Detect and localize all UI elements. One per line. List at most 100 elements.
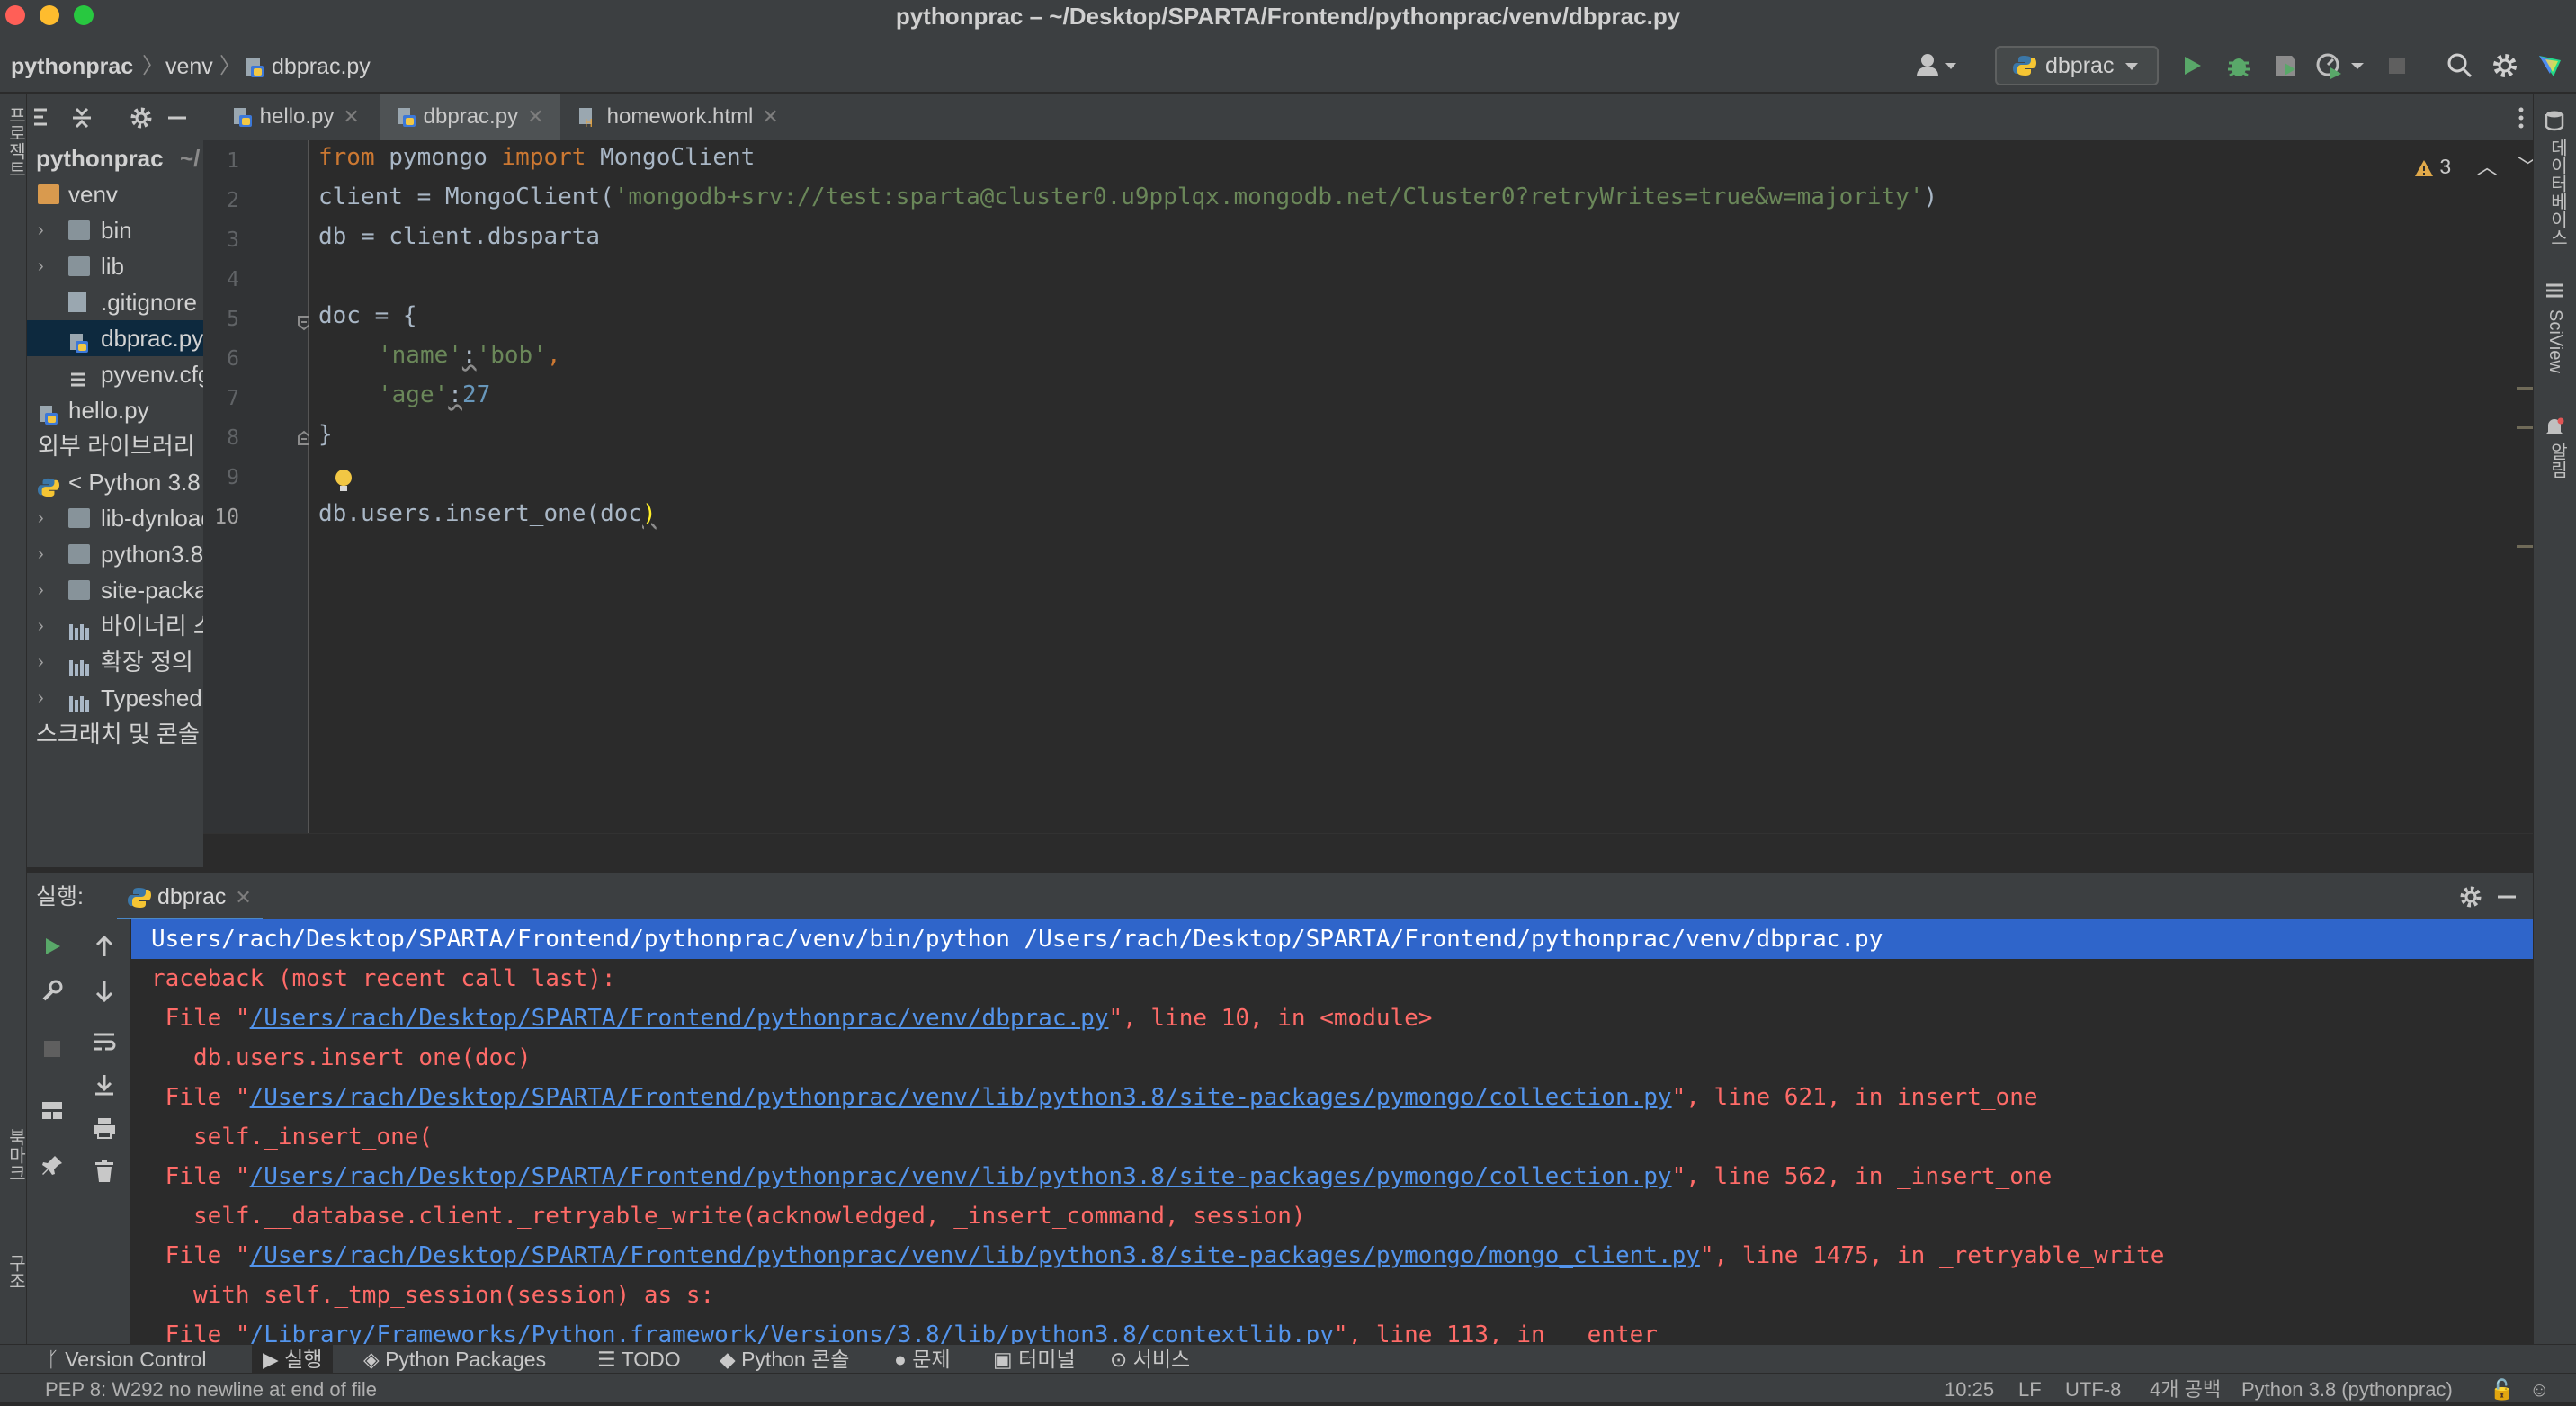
console-code-line: self.__database.client._retryable_write(… xyxy=(151,1203,1306,1230)
sciview-tool-button[interactable]: SciView xyxy=(2545,309,2565,373)
modify-run-configuration-icon[interactable] xyxy=(36,975,68,1007)
down-stack-frame-icon[interactable] xyxy=(88,975,121,1007)
chevron-right-icon[interactable]: › xyxy=(38,212,44,248)
breadcrumb-folder[interactable]: venv xyxy=(165,32,213,101)
console-file-link[interactable]: /Users/rach/Desktop/SPARTA/Frontend/pyth… xyxy=(250,1084,1672,1111)
tab-homework-html[interactable]: H homework.html ✕ xyxy=(565,94,792,140)
console-file-link[interactable]: /Users/rach/Desktop/SPARTA/Frontend/pyth… xyxy=(250,1005,1109,1032)
folder-icon xyxy=(68,256,90,276)
debug-icon[interactable] xyxy=(2223,50,2254,81)
ide-logo-icon[interactable] xyxy=(2535,50,2565,81)
up-stack-frame-icon[interactable] xyxy=(88,930,121,963)
intention-bulb-icon[interactable] xyxy=(333,468,354,499)
structure-tool-button[interactable]: 구조 xyxy=(3,1254,29,1290)
python-file-icon xyxy=(38,400,59,425)
tree-item-label: site-packages xyxy=(101,577,203,604)
database-tool-button[interactable]: 데이터베이스 xyxy=(2545,139,2571,246)
pin-tab-icon[interactable] xyxy=(36,1150,68,1182)
chevron-right-icon[interactable]: › xyxy=(38,536,44,572)
hide-run-panel-icon[interactable] xyxy=(2491,882,2522,912)
search-icon[interactable] xyxy=(2445,50,2475,81)
profile-icon[interactable] xyxy=(2313,50,2344,81)
chevron-right-icon[interactable]: › xyxy=(38,248,44,284)
terminal-icon: ▣ xyxy=(993,1348,1013,1371)
soft-wrap-icon[interactable] xyxy=(88,1025,121,1058)
tree-item-external-libraries[interactable]: 외부 라이브러리 xyxy=(27,428,203,464)
tree-item-scratches[interactable]: 스크래치 및 콘솔 xyxy=(27,716,203,752)
tab-terminal[interactable]: ▣ 터미널 xyxy=(993,1345,1076,1374)
collapse-all-icon[interactable] xyxy=(67,103,97,133)
close-tab-icon[interactable]: ✕ xyxy=(343,105,359,128)
tree-root-path: ~/ xyxy=(180,145,201,172)
run-tab-dbprac[interactable]: dbprac ✕ xyxy=(117,873,263,921)
tree-item-dbprac[interactable]: dbprac.py xyxy=(27,320,203,356)
run-configuration-select[interactable]: dbprac xyxy=(1995,46,2159,85)
user-account-icon[interactable] xyxy=(1914,50,1964,81)
breadcrumb-file[interactable]: dbprac.py xyxy=(272,32,371,101)
stop-icon[interactable] xyxy=(2382,50,2412,81)
console-file-link[interactable]: /Users/rach/Desktop/SPARTA/Frontend/pyth… xyxy=(250,1163,1672,1190)
restore-layout-icon[interactable] xyxy=(36,1094,68,1126)
hide-panel-icon[interactable] xyxy=(162,103,192,133)
tree-item-lib[interactable]: › lib xyxy=(27,248,203,284)
tree-item-lib-dynload[interactable]: › lib-dynload xyxy=(27,500,203,536)
tree-item-hello[interactable]: hello.py xyxy=(27,392,203,428)
more-tabs-icon[interactable] xyxy=(2506,103,2536,133)
chevron-right-icon[interactable]: › xyxy=(38,644,44,680)
library-icon xyxy=(68,688,90,712)
tab-version-control[interactable]: ᚴ Version Control xyxy=(47,1345,206,1374)
tab-todo[interactable]: ☰ TODO xyxy=(597,1345,681,1374)
project-tool-button[interactable]: 프로젝트 xyxy=(3,106,29,178)
rerun-icon[interactable] xyxy=(36,930,68,963)
code-token: : xyxy=(461,342,477,369)
tree-item-python38[interactable]: › python3.8 xyxy=(27,536,203,572)
tab-python-console[interactable]: ◆ Python 콘솔 xyxy=(720,1345,849,1374)
clear-all-icon[interactable] xyxy=(88,1155,121,1187)
chevron-right-icon[interactable]: › xyxy=(38,608,44,644)
tree-item-site-packages[interactable]: › site-packages xyxy=(27,572,203,608)
console-file-link[interactable]: /Library/Frameworks/Python.framework/Ver… xyxy=(250,1321,1334,1344)
tree-item-extended-definitions[interactable]: › 확장 정의 xyxy=(27,644,203,680)
tree-item-gitignore[interactable]: .gitignore xyxy=(27,284,203,320)
tree-item-python-sdk[interactable]: < Python 3.8 xyxy=(27,464,203,500)
coverage-icon[interactable] xyxy=(2270,50,2301,81)
run-icon[interactable] xyxy=(2177,50,2207,81)
tree-item-venv[interactable]: venv xyxy=(27,176,203,212)
chevron-right-icon[interactable]: › xyxy=(38,680,44,716)
print-icon[interactable] xyxy=(88,1112,121,1144)
breadcrumb-project[interactable]: pythonprac xyxy=(11,32,133,101)
tab-python-packages[interactable]: ◈ Python Packages xyxy=(363,1345,546,1374)
inspection-widget[interactable]: 3 ︿ ﹀ xyxy=(2414,149,2538,180)
console-file-link[interactable]: /Users/rach/Desktop/SPARTA/Frontend/pyth… xyxy=(250,1242,1700,1269)
tab-problems[interactable]: ● 문제 xyxy=(894,1345,951,1374)
close-tab-icon[interactable]: ✕ xyxy=(527,105,543,128)
tree-item-bin[interactable]: › bin xyxy=(27,212,203,248)
tab-dbprac-py[interactable]: dbprac.py ✕ xyxy=(380,94,560,144)
scroll-to-end-icon[interactable] xyxy=(88,1069,121,1101)
tree-root[interactable]: pythonprac ~/ xyxy=(27,140,203,176)
stop-icon[interactable] xyxy=(36,1033,68,1065)
code-editor[interactable]: from pymongo import MongoClient client =… xyxy=(309,140,2538,833)
database-icon xyxy=(2545,110,2564,136)
notifications-tool-button[interactable]: 알림 xyxy=(2545,443,2571,479)
tab-run[interactable]: ▶ 실행 xyxy=(252,1345,334,1374)
console-text: File " xyxy=(151,1084,250,1111)
more-run-options-icon[interactable] xyxy=(2348,50,2367,81)
tree-item-binary-skeletons[interactable]: › 바이너리 스 xyxy=(27,608,203,644)
tree-item-label: 외부 라이브러리 xyxy=(38,433,195,460)
tab-services[interactable]: ⊙ 서비스 xyxy=(1110,1345,1190,1374)
tab-hello-py[interactable]: hello.py ✕ xyxy=(219,94,372,140)
panel-settings-gear-icon[interactable] xyxy=(126,103,157,133)
chevron-right-icon[interactable]: › xyxy=(38,572,44,608)
chevron-right-icon[interactable]: › xyxy=(38,500,44,536)
run-panel-settings-icon[interactable] xyxy=(2455,882,2486,912)
tree-item-pyvenv[interactable]: pyvenv.cfg xyxy=(27,356,203,392)
settings-gear-icon[interactable] xyxy=(2490,50,2520,81)
previous-highlight-icon[interactable]: ︿ xyxy=(2477,155,2498,178)
tree-item-typeshed[interactable]: › Typeshed xyxy=(27,680,203,716)
run-console-output[interactable]: Users/rach/Desktop/SPARTA/Frontend/pytho… xyxy=(131,919,2533,1344)
select-opened-file-icon[interactable] xyxy=(27,103,58,133)
close-tab-icon[interactable]: ✕ xyxy=(762,105,778,128)
bookmarks-tool-button[interactable]: 북마크 xyxy=(3,1128,29,1182)
close-tab-icon[interactable]: ✕ xyxy=(235,886,251,909)
